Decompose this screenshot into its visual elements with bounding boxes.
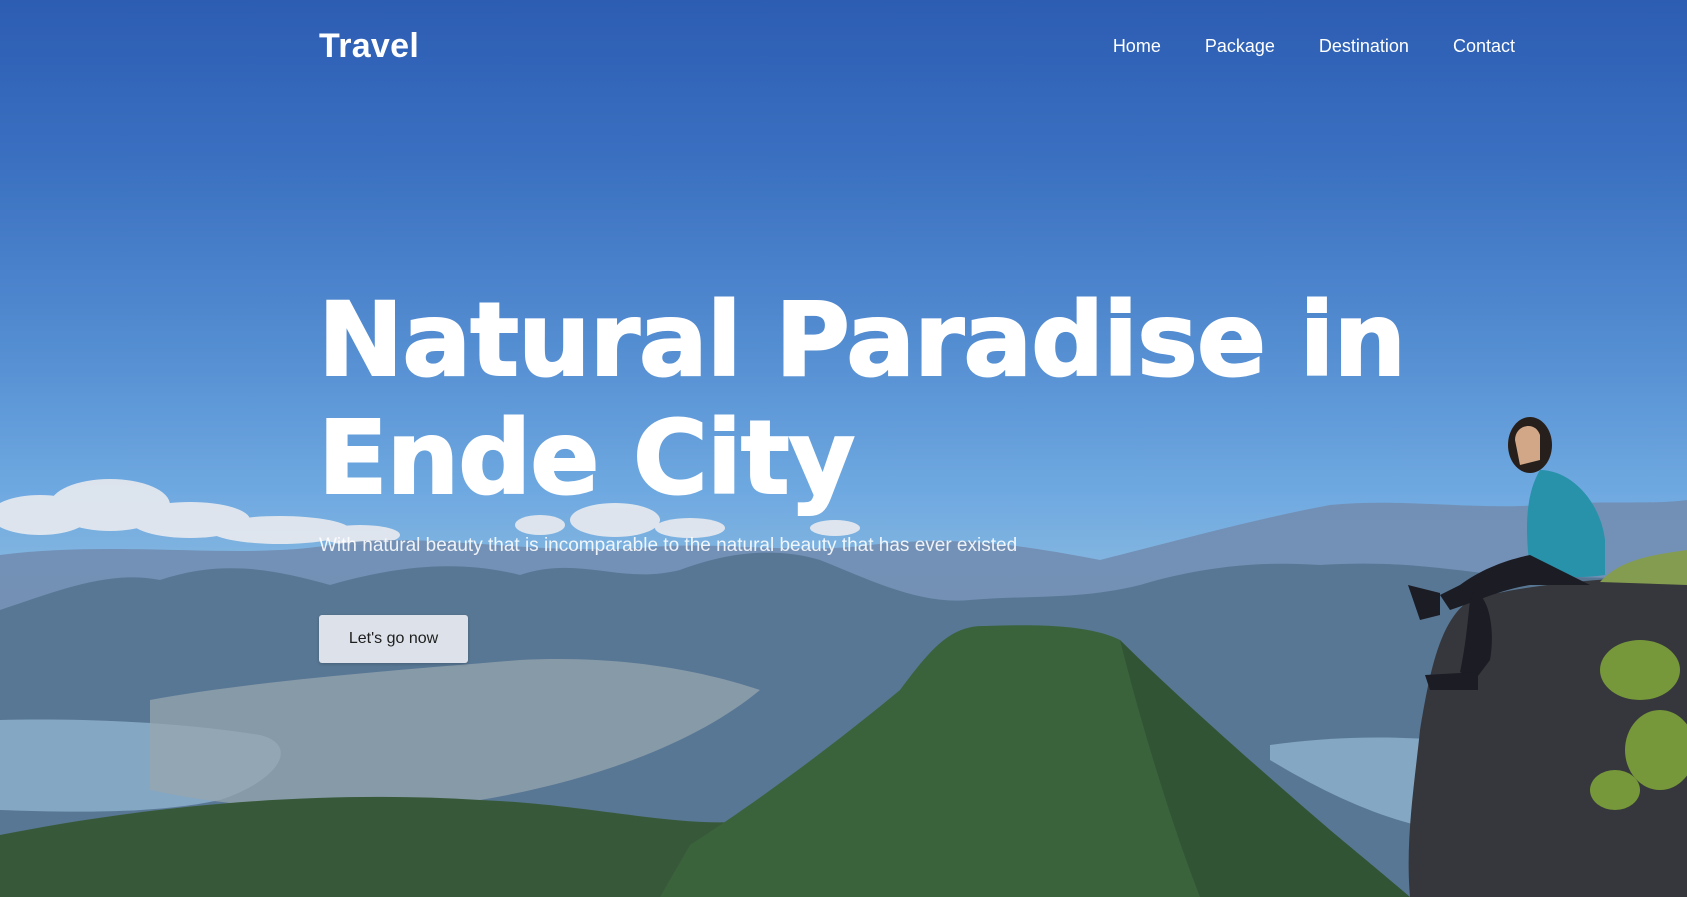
- brand-logo[interactable]: Travel: [319, 27, 419, 66]
- nav-link-destination[interactable]: Destination: [1319, 36, 1409, 57]
- nav-link-package[interactable]: Package: [1205, 36, 1275, 57]
- nav-link-contact[interactable]: Contact: [1453, 36, 1515, 57]
- hero-subtitle: With natural beauty that is incomparable…: [319, 535, 1018, 556]
- nav-link-home[interactable]: Home: [1113, 36, 1161, 57]
- hero-section: Travel Home Package Destination Contact …: [0, 0, 1687, 897]
- nav-links: Home Package Destination Contact: [1113, 36, 1515, 57]
- hero-headline-line1: Natural Paradise in: [317, 281, 1407, 401]
- hero-headline-line2: Ende City: [317, 399, 856, 519]
- navbar: Travel Home Package Destination Contact: [0, 0, 1687, 95]
- cta-button[interactable]: Let's go now: [319, 615, 468, 663]
- hero-headline: Natural Paradise in Ende City: [317, 281, 1418, 519]
